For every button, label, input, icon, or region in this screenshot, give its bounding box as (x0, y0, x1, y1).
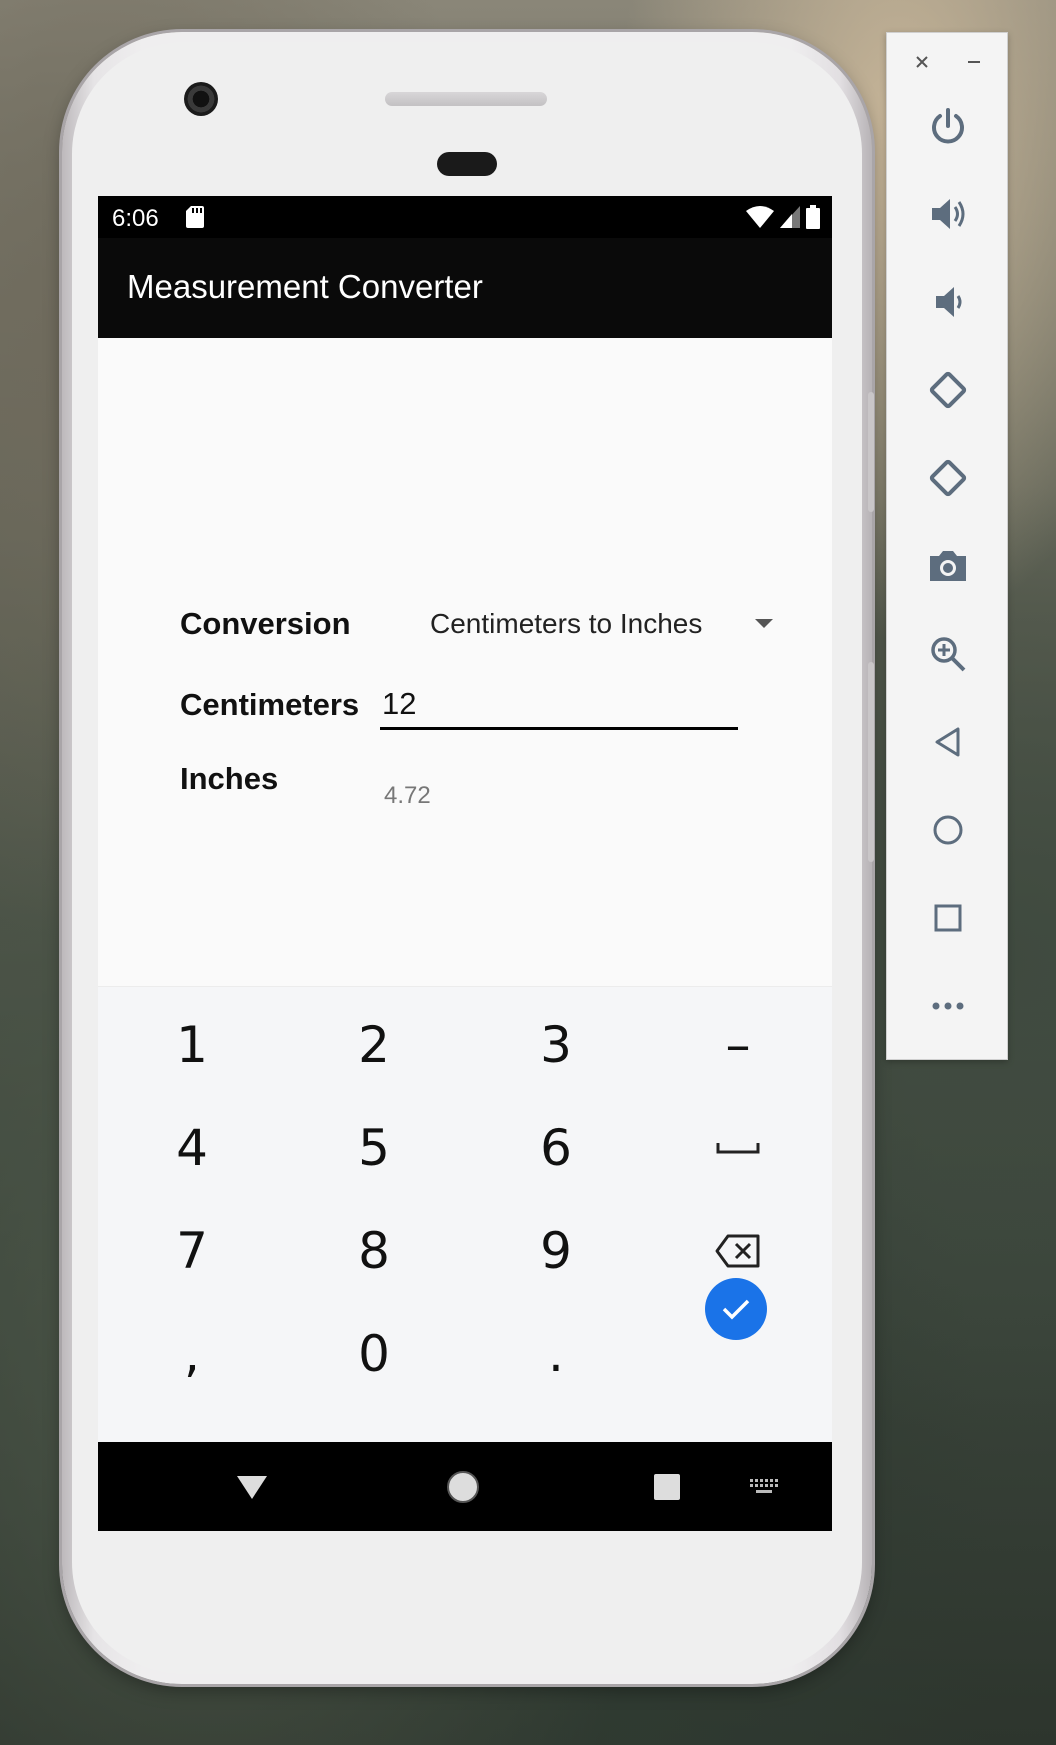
back-icon (935, 727, 960, 757)
check-icon (722, 1299, 750, 1320)
earpiece (437, 152, 497, 176)
centimeters-label: Centimeters (180, 687, 360, 722)
status-icons (746, 205, 820, 229)
key-period[interactable]: . (496, 1309, 616, 1399)
key-2[interactable]: 2 (314, 1000, 434, 1090)
recents-icon (654, 1474, 680, 1500)
wifi-icon (746, 206, 774, 228)
volume-down-icon (936, 287, 962, 317)
key-space[interactable] (678, 1103, 798, 1193)
speaker-grille (385, 92, 547, 106)
done-key[interactable] (705, 1278, 767, 1340)
zoom-button[interactable] (913, 619, 983, 689)
battery-icon (806, 205, 820, 229)
toolbar-more-button[interactable] (913, 971, 983, 1041)
key-1[interactable]: 1 (132, 1000, 252, 1090)
key-9[interactable]: 9 (496, 1206, 616, 1296)
conversion-spinner[interactable]: Centimeters to Inches (430, 608, 702, 640)
key-minus[interactable]: – (678, 1000, 798, 1090)
volume-up-button[interactable] (913, 179, 983, 249)
screenshot-button[interactable] (913, 531, 983, 601)
numeric-keyboard: 1 2 3 – 4 5 6 7 8 9 , 0 . (98, 986, 832, 1442)
inches-label: Inches (180, 761, 279, 796)
overview-icon (934, 904, 962, 932)
status-time: 6:06 (112, 205, 159, 232)
toolbar-home-button[interactable] (913, 795, 983, 865)
sd-card-icon (186, 206, 204, 228)
backspace-icon (715, 1234, 760, 1268)
screen: 6:06 Measurement Converter Conversion Ce… (98, 196, 832, 1531)
more-icon (932, 1002, 964, 1010)
side-button (868, 392, 874, 512)
rotate-right-icon (929, 459, 967, 497)
toolbar-overview-button[interactable] (913, 883, 983, 953)
volume-down-button[interactable] (913, 267, 983, 337)
conversion-label: Conversion (180, 606, 351, 641)
signal-icon (780, 206, 800, 228)
key-7[interactable]: 7 (132, 1206, 252, 1296)
rotate-left-icon (929, 371, 967, 409)
key-0[interactable]: 0 (314, 1309, 434, 1399)
toolbar-window-controls (887, 47, 1007, 77)
rotate-left-button[interactable] (913, 355, 983, 425)
close-button[interactable] (907, 47, 937, 77)
converter-form: Conversion Centimeters to Inches Centime… (98, 338, 832, 986)
centimeters-input[interactable] (380, 680, 738, 730)
home-icon (447, 1471, 479, 1503)
app-bar: Measurement Converter (98, 238, 832, 338)
space-icon (716, 1143, 760, 1154)
nav-keyboard-button[interactable] (740, 1462, 790, 1512)
camera-icon (930, 551, 966, 581)
zoom-icon (931, 637, 966, 672)
minimize-icon (968, 61, 980, 63)
nav-recents-button[interactable] (642, 1462, 692, 1512)
key-6[interactable]: 6 (496, 1103, 616, 1193)
volume-up-icon (932, 199, 965, 229)
keyboard-icon (750, 1479, 778, 1493)
app-title: Measurement Converter (127, 268, 483, 305)
rotate-right-button[interactable] (913, 443, 983, 513)
toolbar-back-button[interactable] (913, 707, 983, 777)
key-8[interactable]: 8 (314, 1206, 434, 1296)
phone-frame: 6:06 Measurement Converter Conversion Ce… (62, 32, 874, 1684)
close-icon (916, 56, 928, 68)
home-icon (933, 815, 963, 845)
power-icon (932, 108, 964, 144)
power-button[interactable] (913, 91, 983, 161)
volume-rocker (868, 662, 874, 862)
nav-home-button[interactable] (438, 1462, 488, 1512)
inches-result: 4.72 (384, 782, 431, 809)
key-comma[interactable]: , (132, 1309, 252, 1399)
status-bar: 6:06 (98, 196, 832, 238)
minimize-button[interactable] (959, 47, 989, 77)
front-camera (184, 82, 218, 116)
key-3[interactable]: 3 (496, 1000, 616, 1090)
navigation-bar (98, 1442, 832, 1531)
emulator-toolbar (886, 32, 1008, 1060)
key-5[interactable]: 5 (314, 1103, 434, 1193)
dropdown-arrow-icon[interactable] (755, 619, 773, 628)
back-icon (237, 1476, 267, 1499)
nav-back-button[interactable] (227, 1462, 277, 1512)
key-4[interactable]: 4 (132, 1103, 252, 1193)
